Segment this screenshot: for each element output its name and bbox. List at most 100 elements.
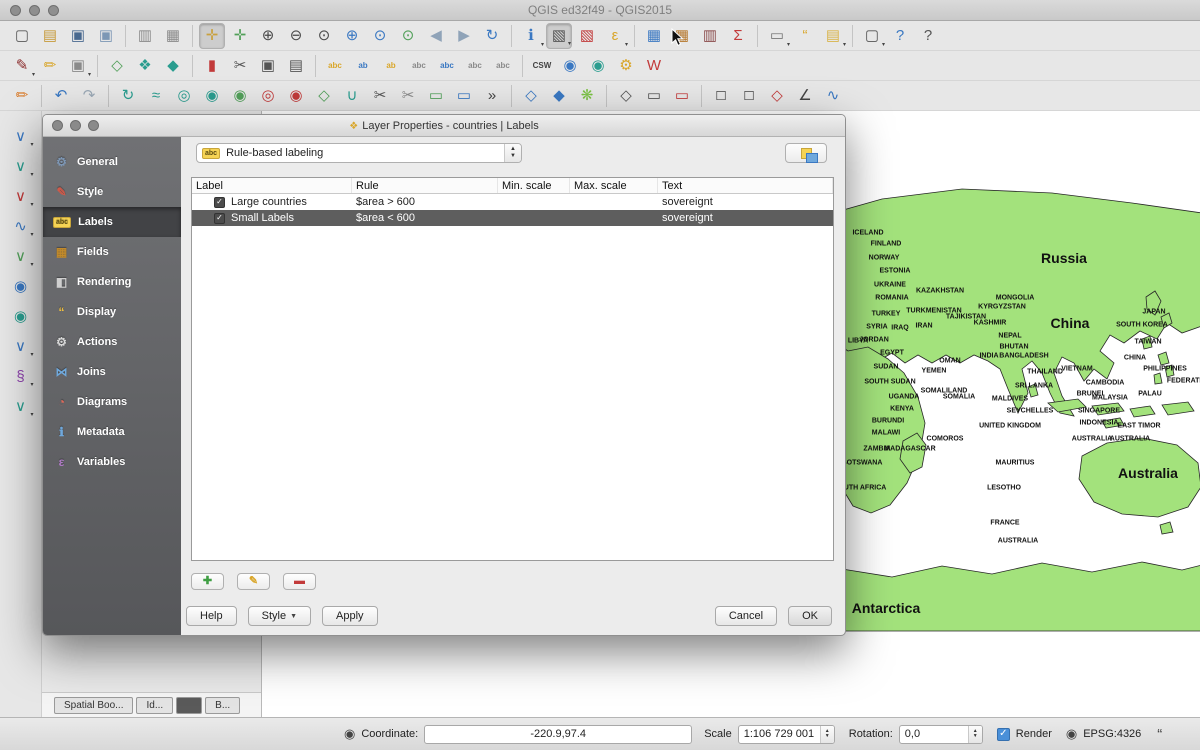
tracing-tool-icon[interactable]: ∨▾ — [8, 393, 34, 419]
pan-map-icon[interactable]: ✛ — [199, 23, 225, 49]
cut-features-icon[interactable]: ✂ — [227, 53, 253, 79]
osm-edit-icon[interactable]: ✏ — [9, 83, 35, 109]
move-vertex-icon[interactable]: ∨▾ — [8, 153, 34, 179]
metasearch-icon[interactable]: ◉ — [557, 53, 583, 79]
dialog-tab-actions[interactable]: ⚙Actions — [43, 327, 181, 357]
crs-status-icon[interactable]: ◉ — [1066, 726, 1077, 742]
fill-ring-icon[interactable]: ◉ — [227, 83, 253, 109]
highlight-labels-icon[interactable]: abc — [322, 53, 348, 79]
align-left-icon[interactable]: □ — [708, 83, 734, 109]
dialog-tab-metadata[interactable]: ℹMetadata — [43, 417, 181, 447]
log-messages-icon[interactable]: “ — [1157, 726, 1162, 743]
split-features-icon[interactable]: ✂ — [367, 83, 393, 109]
zoom-to-layer-icon[interactable]: ⊙ — [395, 23, 421, 49]
identify-icon[interactable]: ℹ▾ — [518, 23, 544, 49]
split-parts-icon[interactable]: ✂ — [395, 83, 421, 109]
dialog-tab-display[interactable]: “Display — [43, 297, 181, 327]
dialog-tab-style[interactable]: ✎Style — [43, 177, 181, 207]
save-edits-icon[interactable]: ▣▾ — [65, 53, 91, 79]
panel-tab-icon[interactable] — [176, 697, 202, 714]
rules-table[interactable]: LabelRuleMin. scaleMax. scaleText ✓Large… — [191, 177, 834, 561]
refresh-icon[interactable]: ↻ — [479, 23, 505, 49]
rule-row[interactable]: ✓Large countries$area > 600sovereignt — [192, 194, 833, 210]
statistical-summary-icon[interactable]: ▥ — [697, 23, 723, 49]
dialog-zoom-button[interactable] — [88, 120, 99, 131]
help-button[interactable]: Help — [186, 606, 237, 626]
new-composer-icon[interactable]: ▥ — [132, 23, 158, 49]
annotation-frame-icon[interactable]: ▭ — [669, 83, 695, 109]
help-icon[interactable]: ? — [887, 23, 913, 49]
zoom-last-icon[interactable]: ◀ — [423, 23, 449, 49]
show-hidden-labels-icon[interactable]: abc — [490, 53, 516, 79]
close-button[interactable] — [10, 5, 21, 16]
column-header-text[interactable]: Text — [658, 178, 833, 193]
toggle-editing-icon[interactable]: ✏ — [37, 53, 63, 79]
offset-curve-icon[interactable]: ∪ — [339, 83, 365, 109]
zoom-next-icon[interactable]: ▶ — [451, 23, 477, 49]
move-feature-icon[interactable]: ❖ — [132, 53, 158, 79]
delete-selected-icon[interactable]: ▮ — [199, 53, 225, 79]
map-tips-icon[interactable]: “ — [792, 23, 818, 49]
dialog-tab-joins[interactable]: ⋈Joins — [43, 357, 181, 387]
processing-icon[interactable]: ⚙ — [613, 53, 639, 79]
dialog-tab-general[interactable]: ⚙General — [43, 147, 181, 177]
coordinate-input[interactable]: -220.9,97.4 — [424, 725, 692, 744]
labeling-settings-button[interactable] — [785, 143, 827, 163]
cad-angle-icon[interactable]: ∠ — [792, 83, 818, 109]
dialog-tab-fields[interactable]: ▦Fields — [43, 237, 181, 267]
globe-plugin-icon[interactable]: ◉ — [585, 53, 611, 79]
sum-icon[interactable]: Σ — [725, 23, 751, 49]
redo-icon[interactable]: ↷ — [76, 83, 102, 109]
delete-vertex-icon[interactable]: ∨▾ — [8, 183, 34, 209]
line-tool-icon[interactable]: ∨▾ — [8, 243, 34, 269]
diamond-tool-icon[interactable]: ◇ — [613, 83, 639, 109]
apply-button[interactable]: Apply — [322, 606, 378, 626]
select-expression-icon[interactable]: ε▾ — [602, 23, 628, 49]
column-header-label[interactable]: Label — [192, 178, 352, 193]
polyline-tool-icon[interactable]: ∨▾ — [8, 333, 34, 359]
reshape-icon[interactable]: ◇ — [311, 83, 337, 109]
render-checkbox[interactable]: ✓ — [997, 728, 1010, 741]
ok-button[interactable]: OK — [788, 606, 832, 626]
labeling-mode-select[interactable]: abc Rule-based labeling ▲▼ — [196, 143, 522, 163]
save-project-icon[interactable]: ▣ — [65, 23, 91, 49]
add-feature-icon[interactable]: ◇ — [104, 53, 130, 79]
attribute-table-icon[interactable]: ▦ — [641, 23, 667, 49]
curve-tool-icon[interactable]: ∿▾ — [8, 213, 34, 239]
new-map-view-icon[interactable]: ▢▾ — [859, 23, 885, 49]
delete-ring-icon[interactable]: ◎ — [255, 83, 281, 109]
style-menu-button[interactable]: Style▼ — [248, 606, 311, 626]
globe-b-icon[interactable]: ◉ — [8, 303, 34, 329]
delete-part-icon[interactable]: ◉ — [283, 83, 309, 109]
undo-icon[interactable]: ↶ — [48, 83, 74, 109]
rule-checkbox[interactable]: ✓ — [214, 213, 225, 224]
zoom-full-icon[interactable]: ⊕ — [339, 23, 365, 49]
dialog-tab-labels[interactable]: abcLabels — [43, 207, 181, 237]
change-label-icon[interactable]: abc — [434, 53, 460, 79]
cancel-button[interactable]: Cancel — [715, 606, 777, 626]
node-tool-icon[interactable]: ◆ — [160, 53, 186, 79]
move-offset-icon[interactable]: ◇ — [764, 83, 790, 109]
rotate-point-icon[interactable]: ◇ — [518, 83, 544, 109]
pin-labels-icon[interactable]: abc — [462, 53, 488, 79]
column-header-min-scale[interactable]: Min. scale — [498, 178, 570, 193]
deselect-icon[interactable]: ▧ — [574, 23, 600, 49]
move-label-icon[interactable]: ab — [378, 53, 404, 79]
current-edits-icon[interactable]: ✎▾ — [9, 53, 35, 79]
edit-rule-button[interactable]: ✎ — [237, 573, 270, 590]
whats-this-icon[interactable]: ? — [915, 23, 941, 49]
zoom-native-icon[interactable]: ⊙ — [311, 23, 337, 49]
scale-stepper-icon[interactable]: ▲▼ — [820, 726, 834, 743]
zoom-in-icon[interactable]: ⊕ — [255, 23, 281, 49]
offset-point-icon[interactable]: ◆ — [546, 83, 572, 109]
advanced-digitizing-icon[interactable]: ∨▾ — [8, 123, 34, 149]
panel-tab-spatial-boo[interactable]: Spatial Boo... — [54, 697, 133, 714]
panel-tab-b[interactable]: B... — [205, 697, 240, 714]
paste-features-icon[interactable]: ▤ — [283, 53, 309, 79]
text-annotation-icon[interactable]: ▤▾ — [820, 23, 846, 49]
toolbar-overflow-icon[interactable]: » — [479, 83, 505, 109]
remove-rule-button[interactable]: ▬ — [283, 573, 316, 590]
rule-row[interactable]: ✓Small Labels$area < 600sovereignt — [192, 210, 833, 226]
zoom-to-selection-icon[interactable]: ⊙ — [367, 23, 393, 49]
dialog-tab-rendering[interactable]: ◧Rendering — [43, 267, 181, 297]
